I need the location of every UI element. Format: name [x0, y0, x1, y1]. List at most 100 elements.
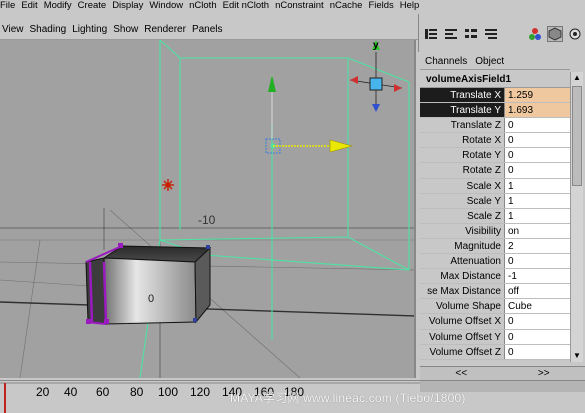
attr-value-field[interactable]: 0 — [504, 344, 570, 359]
attr-row-se-max-distance[interactable]: se Max Distance off — [420, 284, 570, 300]
gray-cube[interactable] — [85, 243, 212, 325]
attr-value-field[interactable]: 0 — [504, 329, 570, 344]
attr-name[interactable]: Rotate Z — [420, 163, 504, 177]
attr-name[interactable]: Rotate Y — [420, 148, 504, 162]
attr-value-field[interactable]: 1 — [504, 193, 570, 208]
viewport-scene[interactable]: y 0 -10 — [0, 40, 416, 378]
attr-name[interactable]: Rotate X — [420, 133, 504, 147]
panel-toolbar — [418, 14, 585, 52]
menu-display[interactable]: Display — [112, 0, 149, 12]
timeline-tick-label: 20 — [36, 385, 50, 399]
viewport-menu-renderer[interactable]: Renderer — [142, 24, 190, 35]
attr-row-max-distance[interactable]: Max Distance -1 — [420, 269, 570, 285]
attr-row-scale-x[interactable]: Scale X1 — [420, 178, 570, 194]
attr-value-field[interactable]: off — [504, 284, 570, 299]
nav-next-button[interactable]: >> — [538, 368, 550, 379]
viewport-menu-lighting[interactable]: Lighting — [70, 24, 111, 35]
attr-name[interactable]: Scale Y — [420, 194, 504, 208]
attr-row-scale-z[interactable]: Scale Z1 — [420, 208, 570, 224]
scroll-up-arrow[interactable]: ▲ — [571, 72, 583, 84]
attr-name[interactable]: Volume Offset X — [420, 314, 504, 328]
scroll-thumb[interactable] — [572, 86, 582, 186]
attr-row-rotate-y[interactable]: Rotate Y0 — [420, 148, 570, 164]
attr-value-field[interactable]: 0 — [504, 133, 570, 148]
channel-box-scrollbar[interactable]: ▲ ▼ — [570, 72, 583, 362]
attr-value-field[interactable]: 1.693 — [504, 103, 570, 118]
channel-box-icon[interactable] — [423, 26, 439, 42]
viewport-menu-panels[interactable]: Panels — [190, 24, 227, 35]
attr-name[interactable]: Magnitude — [420, 239, 504, 253]
attr-value-field[interactable]: 1.259 — [504, 88, 570, 103]
attr-value-field[interactable]: on — [504, 223, 570, 238]
attr-value-field[interactable]: 2 — [504, 238, 570, 254]
menu-nconstraint[interactable]: nConstraint — [275, 0, 330, 12]
attr-row-scale-y[interactable]: Scale Y1 — [420, 193, 570, 209]
axis-y-label: y — [373, 40, 379, 51]
node-name[interactable]: volumeAxisField1 — [420, 72, 570, 88]
menu-window[interactable]: Window — [149, 0, 189, 12]
attr-name[interactable]: Max Distance — [420, 269, 504, 283]
attr-name[interactable]: se Max Distance — [420, 284, 504, 298]
layer-editor-icon[interactable] — [483, 26, 499, 42]
attr-row-volume-shape[interactable]: Volume Shape Cube — [420, 299, 570, 315]
menu-ncloth[interactable]: nCloth — [189, 0, 222, 12]
attr-row-translate-x[interactable]: Translate X 1.259 — [420, 88, 570, 104]
attr-name[interactable]: Visibility — [420, 224, 504, 238]
attr-value-field[interactable]: 0 — [504, 254, 570, 269]
perspective-viewport[interactable]: y 0 -10 — [0, 40, 416, 378]
attr-name[interactable]: Scale X — [420, 179, 504, 193]
nav-prev-button[interactable]: << — [455, 368, 467, 379]
attr-value-field[interactable]: -1 — [504, 269, 570, 284]
menu-fields[interactable]: Fields — [368, 0, 399, 12]
manip-y-cone — [268, 75, 276, 92]
channel-box: volumeAxisField1 Translate X 1.259 Transla… — [420, 72, 570, 362]
menu-file[interactable]: File — [0, 0, 21, 12]
attr-name[interactable]: Volume Offset Y — [420, 330, 504, 344]
grid-number-label: -10 — [198, 213, 216, 227]
menu-channels[interactable]: Channels — [420, 56, 470, 67]
attr-row-volume-offset-z[interactable]: Volume Offset Z0 — [420, 344, 570, 360]
menu-modify[interactable]: Modify — [44, 0, 78, 12]
attr-row-visibility[interactable]: Visibility on — [420, 223, 570, 239]
timeline-tick-label: 40 — [64, 385, 78, 399]
attribute-list: Translate X 1.259 Translate Y 1.693 Translat… — [420, 88, 570, 360]
current-time-marker — [4, 383, 6, 413]
shading-icon[interactable] — [527, 26, 543, 42]
attr-value-field[interactable]: 0 — [504, 163, 570, 178]
menu-help[interactable]: Help — [400, 0, 426, 12]
attr-name[interactable]: Translate X — [420, 88, 504, 103]
attr-row-volume-offset-y[interactable]: Volume Offset Y0 — [420, 329, 570, 345]
viewport-menu-shading[interactable]: Shading — [28, 24, 71, 35]
attr-name[interactable]: Translate Y — [420, 103, 504, 118]
attr-row-translate-z[interactable]: Translate Z0 — [420, 118, 570, 134]
attr-row-attenuation[interactable]: Attenuation 0 — [420, 254, 570, 270]
attr-row-volume-offset-x[interactable]: Volume Offset X0 — [420, 314, 570, 330]
menu-create[interactable]: Create — [78, 0, 113, 12]
attribute-editor-icon[interactable] — [443, 26, 459, 42]
attr-value-field[interactable]: 1 — [504, 178, 570, 193]
attr-value-field[interactable]: 0 — [504, 148, 570, 163]
attr-row-translate-y[interactable]: Translate Y 1.693 — [420, 103, 570, 119]
tool-settings-icon[interactable] — [463, 26, 479, 42]
menu-edit[interactable]: Edit — [21, 0, 43, 12]
attr-name[interactable]: Volume Offset Z — [420, 345, 504, 359]
attr-name[interactable]: Volume Shape — [420, 299, 504, 313]
viewport-menu-view[interactable]: View — [0, 24, 28, 35]
attr-row-magnitude[interactable]: Magnitude 2 — [420, 238, 570, 255]
menu-edit-ncloth[interactable]: Edit nCloth — [223, 0, 275, 12]
attr-value-field[interactable]: Cube — [504, 299, 570, 314]
viewcube-toggle-icon[interactable] — [547, 26, 563, 42]
menu-ncache[interactable]: nCache — [330, 0, 369, 12]
attr-name[interactable]: Scale Z — [420, 209, 504, 223]
attr-value-field[interactable]: 0 — [504, 118, 570, 133]
attr-row-rotate-x[interactable]: Rotate X0 — [420, 133, 570, 149]
attr-name[interactable]: Attenuation — [420, 254, 504, 268]
viewport-menu-show[interactable]: Show — [111, 24, 142, 35]
menu-object[interactable]: Object — [470, 56, 507, 67]
attr-value-field[interactable]: 1 — [504, 208, 570, 223]
scroll-down-arrow[interactable]: ▼ — [571, 350, 583, 362]
attr-value-field[interactable]: 0 — [504, 314, 570, 329]
attr-name[interactable]: Translate Z — [420, 118, 504, 132]
attr-row-rotate-z[interactable]: Rotate Z0 — [420, 163, 570, 179]
layout-icon[interactable] — [567, 26, 583, 42]
